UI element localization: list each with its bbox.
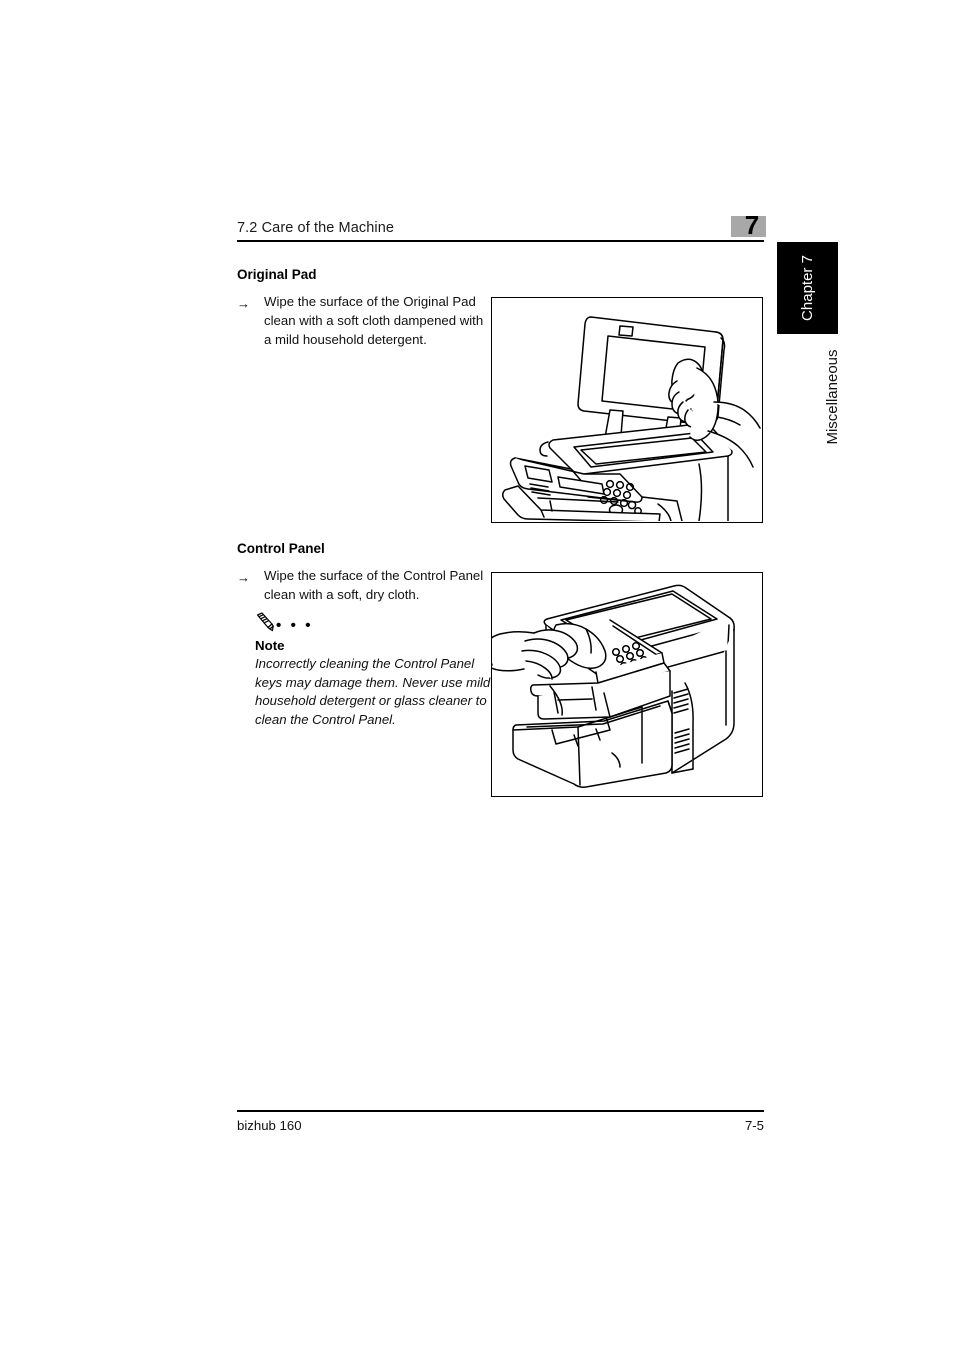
section-tab-label: Miscellaneous [823, 349, 841, 445]
arrow-bullet-icon: → [237, 296, 250, 311]
pencil-icon [256, 612, 274, 632]
footer-product-name: bizhub 160 [237, 1118, 302, 1133]
figure-control-panel-artwork [492, 584, 735, 788]
manual-page: 7.2 Care of the Machine 7 Chapter 7 Misc… [0, 0, 954, 1351]
page-header-title: 7.2 Care of the Machine [237, 220, 395, 236]
figure-control-panel [491, 572, 763, 797]
step-text-control-panel: Wipe the surface of the Control Panel cl… [264, 568, 484, 603]
subheading-original-pad: Original Pad [237, 267, 317, 282]
chapter-tab: Chapter 7 [777, 242, 838, 334]
note-dots: • • • [276, 617, 314, 634]
note-marker: • • • [255, 612, 491, 638]
note-body: Incorrectly cleaning the Control Panel k… [255, 656, 491, 727]
chapter-number: 7 [744, 210, 760, 240]
figure-original-pad [491, 297, 763, 523]
figure-original-pad-artwork [501, 316, 761, 521]
chapter-tab-label: Chapter 7 [799, 255, 816, 321]
step-control-panel: → Wipe the surface of the Control Panel … [237, 566, 487, 604]
header-divider [237, 240, 764, 242]
note-callout: • • • Note Incorrectly cleaning the Cont… [255, 612, 491, 729]
step-text-original-pad: Wipe the surface of the Original Pad cle… [264, 294, 484, 348]
footer-divider [237, 1110, 764, 1112]
subheading-control-panel: Control Panel [237, 541, 325, 556]
footer-page-number: 7-5 [744, 1118, 764, 1133]
note-title: Note [255, 638, 285, 653]
step-original-pad: → Wipe the surface of the Original Pad c… [237, 292, 487, 350]
arrow-bullet-icon-2: → [237, 570, 250, 585]
